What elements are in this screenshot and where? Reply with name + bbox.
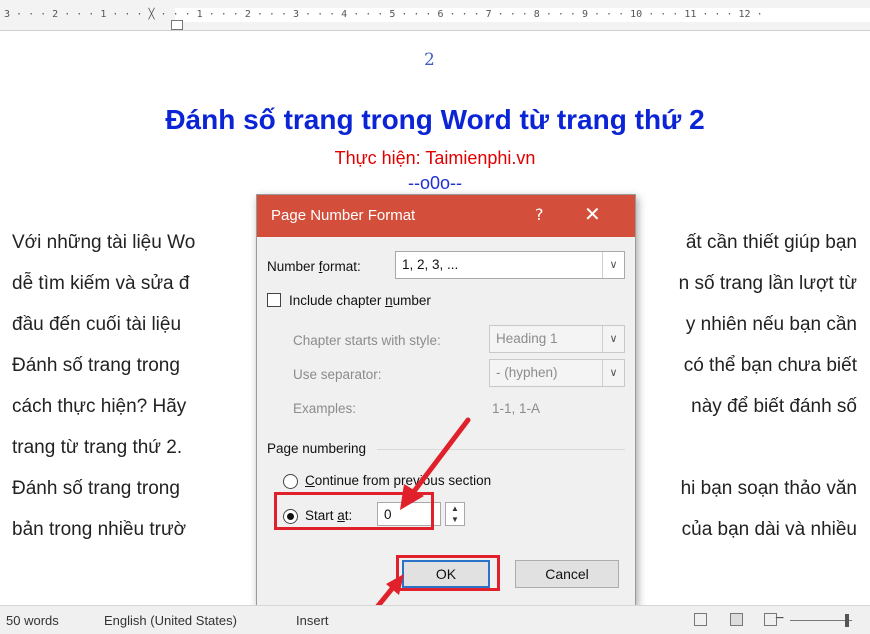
chapter-style-select: Heading 1 ∨: [489, 325, 625, 353]
dialog-title: Page Number Format: [271, 207, 416, 224]
word-count[interactable]: 50 words: [6, 613, 59, 628]
include-chapter-number-label[interactable]: Include chapter number: [289, 293, 431, 308]
separator-select: - (hyphen) ∨: [489, 359, 625, 387]
indent-marker[interactable]: [171, 20, 183, 30]
help-button[interactable]: ?: [535, 205, 544, 224]
separator-label: Use separator:: [293, 367, 382, 382]
ruler-scale: 3 · · · 2 · · · 1 · · · ╳ · · · 1 · · · …: [4, 9, 763, 20]
page-number-format-dialog: Page Number Format ? ✕ Number format: 1,…: [256, 194, 636, 606]
chapter-style-value: Heading 1: [496, 331, 558, 346]
number-format-label: Number format:: [267, 259, 361, 274]
document-subtitle: Thực hiện: Taimienphi.vn: [334, 148, 536, 168]
number-format-value: 1, 2, 3, ...: [402, 257, 459, 272]
chevron-down-icon: ∨: [602, 360, 624, 386]
cancel-button[interactable]: Cancel: [515, 560, 619, 588]
examples-label: Examples:: [293, 401, 357, 416]
status-bar: 50 words English (United States) Insert …: [0, 605, 870, 634]
document-separator: --o0o--: [407, 173, 462, 193]
separator-value: - (hyphen): [496, 365, 558, 380]
ok-highlight-box: [396, 555, 500, 591]
chevron-down-icon[interactable]: ∨: [602, 252, 624, 278]
insert-mode-indicator[interactable]: Insert: [296, 613, 329, 628]
horizontal-ruler[interactable]: 3 · · · 2 · · · 1 · · · ╳ · · · 1 · · · …: [0, 0, 870, 31]
zoom-slider-track[interactable]: [790, 620, 852, 621]
read-mode-icon[interactable]: [694, 613, 707, 626]
dialog-title-bar[interactable]: Page Number Format ? ✕: [257, 195, 635, 237]
chapter-style-label: Chapter starts with style:: [293, 333, 441, 348]
continue-radio[interactable]: [283, 474, 298, 489]
continue-label[interactable]: Continue from previous section: [305, 473, 491, 488]
start-at-highlight-box: [274, 492, 434, 530]
page-numbering-label: Page numbering: [267, 441, 367, 456]
group-divider: [377, 449, 625, 450]
print-layout-icon[interactable]: [730, 613, 743, 626]
document-title: Đánh số trang trong Word từ trang thứ 2: [165, 104, 705, 135]
page-number: 2: [424, 50, 435, 70]
zoom-out-icon[interactable]: −: [775, 610, 784, 628]
zoom-slider-thumb[interactable]: [845, 614, 849, 627]
number-format-select[interactable]: 1, 2, 3, ... ∨: [395, 251, 625, 279]
language-indicator[interactable]: English (United States): [104, 613, 237, 628]
examples-value: 1-1, 1-A: [492, 401, 541, 416]
dialog-body: Number format: 1, 2, 3, ... ∨ Include ch…: [257, 237, 635, 605]
chevron-down-icon: ∨: [602, 326, 624, 352]
include-chapter-number-checkbox[interactable]: [267, 293, 281, 307]
start-at-spinner[interactable]: ▲ ▼: [445, 502, 465, 526]
close-button[interactable]: ✕: [584, 202, 601, 226]
